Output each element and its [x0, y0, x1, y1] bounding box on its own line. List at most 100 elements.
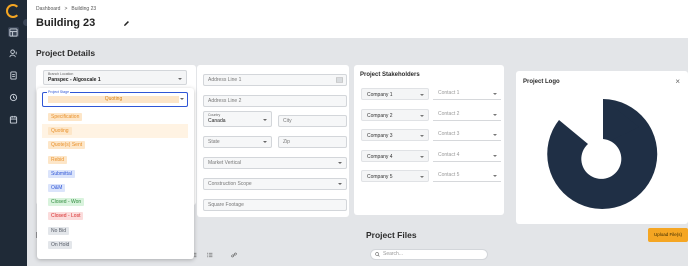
stage-option-no-bid[interactable]: No Bid [42, 224, 188, 238]
city-field[interactable]: City [278, 115, 347, 127]
contact-5-select[interactable]: Contact 5 [433, 170, 501, 182]
project-logo-image [547, 99, 658, 209]
section-title-project-files: Project Files [366, 230, 417, 240]
stakeholders-title: Project Stakeholders [360, 72, 420, 78]
chevron-down-icon [493, 134, 497, 136]
breadcrumb-dashboard[interactable]: Dashboard [36, 6, 60, 12]
company-5-select[interactable]: Company 5 [361, 170, 429, 182]
stage-option-tag: Submittal [48, 169, 75, 178]
construction-scope-placeholder: Construction Scope [208, 181, 252, 187]
stage-option-tag: Closed - Lost [48, 212, 84, 221]
section-title-project-details: Project Details [36, 48, 96, 58]
address-line-1-field[interactable]: Address Line 1 [203, 74, 347, 86]
page-title: Building 23 [36, 17, 96, 29]
company-3-label: Company 3 [367, 133, 393, 139]
numbered-list-icon[interactable] [207, 252, 213, 258]
stage-option-submittal[interactable]: Submittal [42, 167, 188, 181]
stage-option-specification[interactable]: Specification [42, 110, 188, 124]
address-line-2-placeholder: Address Line 2 [208, 98, 242, 104]
contact-2-label: Contact 2 [438, 111, 460, 117]
pencil-icon[interactable] [123, 20, 130, 27]
zip-field[interactable]: Zip [278, 136, 347, 148]
chevron-down-icon [420, 94, 424, 96]
stage-option-tag: No Bid [48, 226, 70, 235]
stage-option-quote-s-sent[interactable]: Quote(s) Sent [42, 138, 188, 152]
city-placeholder: City [283, 118, 292, 124]
stage-option-tag: O&M [48, 184, 66, 193]
state-placeholder: State [208, 139, 220, 145]
company-2-select[interactable]: Company 2 [361, 109, 429, 121]
chevron-down-icon [420, 115, 424, 117]
chevron-down-icon [493, 114, 497, 116]
chevron-down-icon [263, 119, 267, 121]
branch-location-select[interactable]: Branch Location Panspec - Algoscale 1 [43, 70, 187, 85]
company-3-select[interactable]: Company 3 [361, 129, 429, 141]
market-vertical-select[interactable]: Market Vertical [203, 157, 347, 169]
history-icon[interactable] [8, 92, 19, 102]
country-value: Canada [208, 118, 226, 124]
app-logo[interactable] [6, 4, 20, 18]
project-logo-title: Project Logo [523, 79, 560, 85]
address-line-2-field[interactable]: Address Line 2 [203, 95, 347, 107]
country-select[interactable]: Country Canada [203, 111, 272, 127]
files-search-input[interactable]: Search... [370, 249, 488, 260]
stage-option-closed-won[interactable]: Closed - Won [42, 195, 188, 209]
zip-placeholder: Zip [283, 139, 290, 145]
link-icon[interactable] [231, 252, 237, 258]
company-2-label: Company 2 [367, 113, 393, 119]
chevron-down-icon [493, 93, 497, 95]
company-4-select[interactable]: Company 4 [361, 150, 429, 162]
contact-1-select[interactable]: Contact 1 [433, 88, 501, 100]
project-stage-select[interactable]: Project Stage Quoting [42, 90, 188, 107]
chevron-down-icon [493, 175, 497, 177]
chevron-down-icon [420, 176, 424, 178]
company-1-label: Company 1 [367, 92, 393, 98]
dashboard-icon[interactable] [8, 27, 19, 37]
project-stage-label: Project Stage [47, 90, 71, 94]
company-1-select[interactable]: Company 1 [361, 88, 429, 100]
contact-4-label: Contact 4 [438, 152, 460, 158]
company-4-label: Company 4 [367, 154, 393, 160]
close-icon[interactable]: × [675, 77, 680, 86]
calendar-icon[interactable] [8, 114, 19, 124]
upload-files-button[interactable]: Upload File(s) [648, 228, 688, 242]
stage-option-rebid[interactable]: Rebid [42, 153, 188, 167]
country-label: Country [208, 113, 221, 117]
stage-option-quoting[interactable]: Quoting [42, 124, 188, 139]
users-icon[interactable] [8, 48, 19, 58]
project-stage-card: Project Stage Quoting Specification Quoti… [37, 88, 194, 259]
branch-location-label: Branch Location [48, 72, 74, 76]
header: Dashboard > Building 23 Building 23 [27, 0, 688, 38]
market-vertical-placeholder: Market Vertical [208, 160, 242, 166]
chevron-down-icon [338, 183, 342, 185]
contact-1-label: Contact 1 [438, 90, 460, 96]
stage-option-o-m[interactable]: O&M [42, 181, 188, 195]
square-footage-field[interactable]: Square Footage [203, 199, 347, 211]
state-select[interactable]: State [203, 136, 272, 148]
contact-3-select[interactable]: Contact 3 [433, 129, 501, 141]
chevron-down-icon [420, 156, 424, 158]
construction-scope-select[interactable]: Construction Scope [203, 178, 347, 190]
project-logo-panel: Project Logo × [516, 71, 688, 224]
chevron-down-icon [493, 155, 497, 157]
contact-3-label: Contact 3 [438, 131, 460, 137]
contact-4-select[interactable]: Contact 4 [433, 150, 501, 162]
company-5-label: Company 5 [367, 174, 393, 180]
breadcrumb-separator: > [64, 6, 68, 12]
chevron-down-icon [420, 135, 424, 137]
stage-option-closed-lost[interactable]: Closed - Lost [42, 209, 188, 223]
chevron-down-icon [180, 98, 184, 100]
document-icon[interactable] [8, 70, 19, 80]
project-stage-value: Quoting [48, 96, 179, 103]
stage-option-on-hold[interactable]: On Hold [42, 238, 188, 252]
stage-option-tag: Quoting [48, 127, 72, 136]
search-icon [375, 252, 380, 257]
map-icon[interactable] [336, 77, 343, 83]
chevron-down-icon [263, 141, 267, 143]
branch-location-value: Panspec - Algoscale 1 [48, 77, 101, 83]
chevron-down-icon [338, 162, 342, 164]
square-footage-placeholder: Square Footage [208, 202, 244, 208]
files-search-placeholder: Search... [383, 251, 404, 257]
breadcrumb-current: Building 23 [71, 6, 97, 12]
contact-2-select[interactable]: Contact 2 [433, 109, 501, 121]
